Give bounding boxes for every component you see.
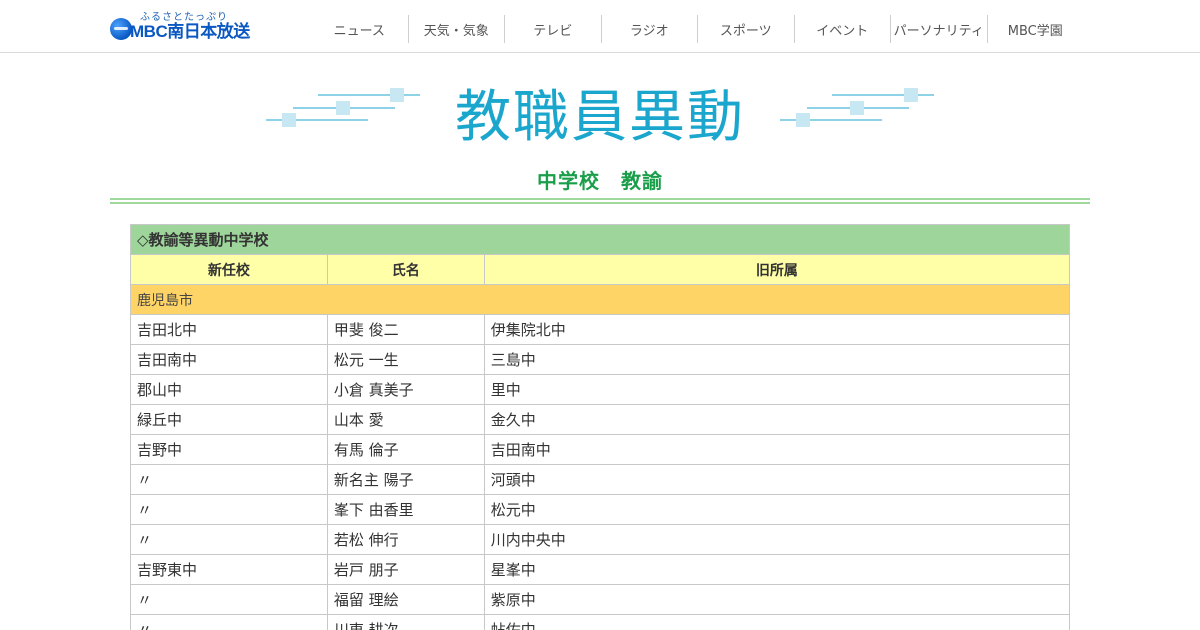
header-name: 氏名 xyxy=(326,254,485,285)
cell-new-school: 吉田北中 xyxy=(130,314,328,345)
header-new-school: 新任校 xyxy=(130,254,328,285)
nav-tv[interactable]: テレビ xyxy=(504,15,601,43)
nav-mbc-gakuen[interactable]: MBC学園 xyxy=(986,15,1084,43)
table-row: 〃川東 耕次 帖佐中 xyxy=(130,614,1071,630)
table-header-row: 新任校 氏名 旧所属 xyxy=(130,254,1071,285)
cell-previous: 金久中 xyxy=(483,404,1071,435)
nav-sports[interactable]: スポーツ xyxy=(697,15,794,43)
cell-new-school: 〃 xyxy=(130,584,328,615)
cell-name: 若松 伸行 xyxy=(326,524,485,555)
table-row: 吉野東中 岩戸 朋子 星峯中 xyxy=(130,554,1071,585)
table-row: 〃福留 理絵 紫原中 xyxy=(130,584,1071,615)
cell-new-school: 〃 xyxy=(130,494,328,525)
header-previous: 旧所属 xyxy=(483,254,1071,285)
cell-previous: 紫原中 xyxy=(483,584,1071,615)
cell-previous: 里中 xyxy=(483,374,1071,405)
cell-previous: 川内中央中 xyxy=(483,524,1071,555)
cell-new-school: 吉野東中 xyxy=(130,554,328,585)
cell-name: 峯下 由香里 xyxy=(326,494,485,525)
cell-name: 山本 愛 xyxy=(326,404,485,435)
cell-new-school: 〃 xyxy=(130,464,328,495)
page-title: 教職員異動 xyxy=(455,85,745,150)
cell-name: 甲斐 俊二 xyxy=(326,314,485,345)
cell-name: 新名主 陽子 xyxy=(326,464,485,495)
cell-name: 有馬 倫子 xyxy=(326,434,485,465)
cell-name: 岩戸 朋子 xyxy=(326,554,485,585)
cell-new-school: 〃 xyxy=(130,524,328,555)
logo-mark-icon xyxy=(110,18,132,40)
table-caption: ◇教諭等異動中学校 xyxy=(130,224,1070,255)
cell-new-school: 郡山中 xyxy=(130,374,328,405)
section-title: 中学校 教諭 xyxy=(537,169,663,193)
table-row: 吉田北中 甲斐 俊二 伊集院北中 xyxy=(130,314,1071,345)
table-row: 〃若松 伸行 川内中央中 xyxy=(130,524,1071,555)
nav-personality[interactable]: パーソナリティ xyxy=(890,15,987,43)
cell-new-school: 吉野中 xyxy=(130,434,328,465)
cell-previous: 河頭中 xyxy=(483,464,1071,495)
table-row: 〃新名主 陽子 河頭中 xyxy=(130,464,1071,495)
cell-name: 小倉 真美子 xyxy=(326,374,485,405)
region-row: 鹿児島市 xyxy=(130,284,1070,315)
cell-previous: 伊集院北中 xyxy=(483,314,1071,345)
cell-new-school: 吉田南中 xyxy=(130,344,328,375)
table-caption-row: ◇教諭等異動中学校 xyxy=(130,224,1070,255)
cell-name: 川東 耕次 xyxy=(326,614,485,630)
table-row: 〃峯下 由香里 松元中 xyxy=(130,494,1071,525)
cell-previous: 松元中 xyxy=(483,494,1071,525)
table-row: 緑丘中 山本 愛金久中 xyxy=(130,404,1071,435)
transfer-table: ◇教諭等異動中学校 新任校 氏名 旧所属 鹿児島市 吉田北中 甲斐 俊二 伊集院北中… xyxy=(130,224,1071,630)
nav-news[interactable]: ニュース xyxy=(311,15,408,43)
global-nav: ニュース 天気・気象 テレビ ラジオ スポーツ イベント パーソナリティ MBC… xyxy=(311,15,1083,43)
nav-radio[interactable]: ラジオ xyxy=(600,15,698,43)
cell-new-school: 〃 xyxy=(130,614,328,630)
cell-previous: 三島中 xyxy=(483,344,1071,375)
cell-previous: 吉田南中 xyxy=(483,434,1071,465)
logo-name: MBC南日本放送 xyxy=(130,22,250,41)
section-divider xyxy=(110,198,1090,204)
cell-previous: 帖佐中 xyxy=(483,614,1071,630)
nav-events[interactable]: イベント xyxy=(793,15,891,43)
site-logo[interactable]: ふるさとたっぷり MBC南日本放送 xyxy=(110,8,260,41)
table-row: 吉野中 有馬 倫子 吉田南中 xyxy=(130,434,1071,465)
table-row: 吉田南中 松元 一生 三島中 xyxy=(130,344,1071,375)
region-label: 鹿児島市 xyxy=(130,284,1070,315)
cell-previous: 星峯中 xyxy=(483,554,1071,585)
transfer-table-container: ◇教諭等異動中学校 新任校 氏名 旧所属 鹿児島市 吉田北中 甲斐 俊二 伊集院北中… xyxy=(130,224,1071,630)
site-header: ふるさとたっぷり MBC南日本放送 ニュース 天気・気象 テレビ ラジオ スポー… xyxy=(0,0,1200,53)
cell-name: 松元 一生 xyxy=(326,344,485,375)
nav-weather[interactable]: 天気・気象 xyxy=(407,15,505,43)
table-row: 郡山中 小倉 真美子 里中 xyxy=(130,374,1071,405)
cell-new-school: 緑丘中 xyxy=(130,404,328,435)
cell-name: 福留 理絵 xyxy=(326,584,485,615)
title-banner: 教職員異動 xyxy=(0,70,1200,150)
